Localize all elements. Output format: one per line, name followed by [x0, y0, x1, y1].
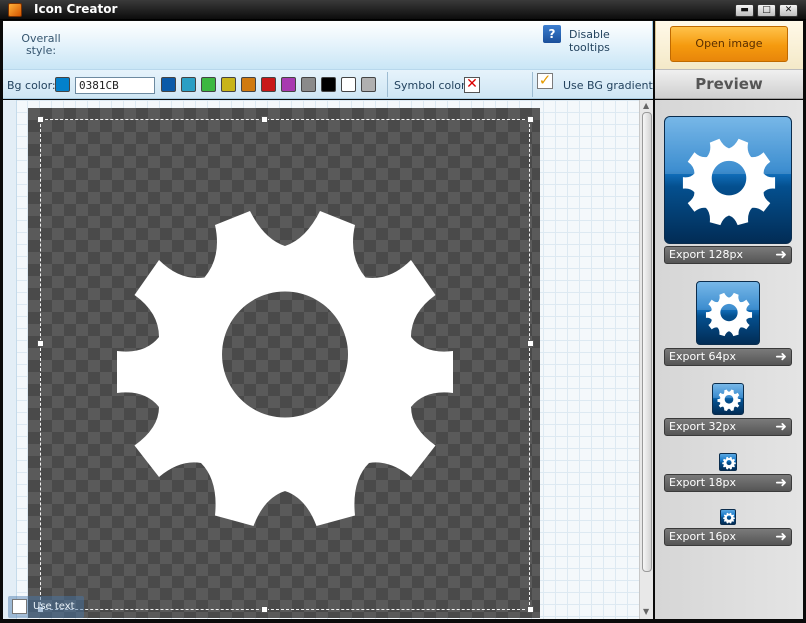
close-button[interactable]: ✕ [779, 4, 798, 17]
export-16-button[interactable]: Export 16px ➜ [664, 528, 792, 546]
overall-style-label: Overall style: [21, 32, 61, 57]
resize-handle[interactable] [261, 116, 268, 123]
export-128-button[interactable]: Export 128px ➜ [664, 246, 792, 264]
preview-128-icon [664, 116, 792, 244]
color-swatch[interactable] [301, 77, 316, 92]
symbol-color-none-swatch[interactable]: ✕ [464, 77, 480, 93]
disable-tooltips-link[interactable]: Disable tooltips [569, 28, 652, 54]
toolbar-divider [387, 72, 388, 97]
color-swatch[interactable] [261, 77, 276, 92]
color-swatch[interactable] [361, 77, 376, 92]
preview-64-icon [696, 281, 760, 345]
export-32-label: Export 32px [669, 420, 736, 433]
left-rail [3, 100, 17, 619]
resize-handle[interactable] [261, 606, 268, 613]
use-text-label: Use text [33, 601, 75, 612]
open-image-panel: Open image [655, 21, 803, 69]
title-bar: Icon Creator ▬ □ ✕ [0, 0, 806, 20]
resize-handle[interactable] [527, 116, 534, 123]
gear-icon [722, 456, 736, 470]
selection-box[interactable] [40, 119, 530, 610]
bg-color-input[interactable]: 0381CB [75, 77, 155, 94]
vertical-scrollbar[interactable]: ▲ ▼ [639, 100, 653, 619]
scrollbar-thumb[interactable] [642, 112, 652, 572]
arrow-right-icon: ➜ [775, 247, 787, 263]
app-icon [8, 3, 22, 17]
color-toolbar: Bg color: 0381CB Symbol color: ✕ ✓ Use B… [3, 69, 653, 99]
export-18-button[interactable]: Export 18px ➜ [664, 474, 792, 492]
open-image-button[interactable]: Open image [670, 26, 788, 62]
minimize-button[interactable]: ▬ [735, 4, 754, 17]
color-swatch[interactable] [321, 77, 336, 92]
export-64-label: Export 64px [669, 350, 736, 363]
color-swatch[interactable] [341, 77, 356, 92]
color-swatch[interactable] [241, 77, 256, 92]
maximize-button[interactable]: □ [757, 4, 776, 17]
symbol-color-label: Symbol color: [394, 79, 470, 92]
window-bottom-border [0, 619, 806, 623]
resize-handle[interactable] [527, 340, 534, 347]
color-swatch[interactable] [221, 77, 236, 92]
resize-handle[interactable] [37, 340, 44, 347]
arrow-right-icon: ➜ [775, 349, 787, 365]
color-swatch[interactable] [281, 77, 296, 92]
preview-32-icon [712, 383, 744, 415]
export-64-button[interactable]: Export 64px ➜ [664, 348, 792, 366]
export-18-label: Export 18px [669, 476, 736, 489]
export-128-label: Export 128px [669, 248, 743, 261]
bg-color-label: Bg color: [7, 79, 56, 92]
toolbar-divider [532, 72, 533, 97]
gear-icon [723, 512, 735, 524]
preview-18-icon [719, 453, 737, 471]
use-bg-gradient-label: Use BG gradient [563, 79, 653, 92]
preview-header: Preview [655, 69, 803, 99]
resize-handle[interactable] [527, 606, 534, 613]
help-icon[interactable]: ? [543, 25, 561, 43]
color-swatch[interactable] [161, 77, 176, 92]
gear-icon [717, 389, 741, 412]
preview-16-icon [720, 509, 736, 525]
use-bg-gradient-checkbox[interactable]: ✓ [537, 73, 553, 89]
color-swatch[interactable] [181, 77, 196, 92]
color-swatch[interactable] [201, 77, 216, 92]
export-16-label: Export 16px [669, 530, 736, 543]
scroll-up-icon[interactable]: ▲ [643, 101, 649, 110]
arrow-right-icon: ➜ [775, 529, 787, 545]
use-text-checkbox[interactable] [12, 599, 27, 614]
arrow-right-icon: ➜ [775, 419, 787, 435]
scroll-down-icon[interactable]: ▼ [643, 607, 649, 616]
gear-icon [682, 138, 776, 226]
resize-handle[interactable] [37, 116, 44, 123]
current-bg-swatch[interactable] [55, 77, 70, 92]
use-text-toggle[interactable]: Use text [8, 596, 84, 618]
export-32-button[interactable]: Export 32px ➜ [664, 418, 792, 436]
gear-icon [705, 292, 753, 337]
style-panel: Overall style: ? Disable tooltips [3, 21, 653, 69]
window-title: Icon Creator [34, 2, 118, 16]
arrow-right-icon: ➜ [775, 475, 787, 491]
